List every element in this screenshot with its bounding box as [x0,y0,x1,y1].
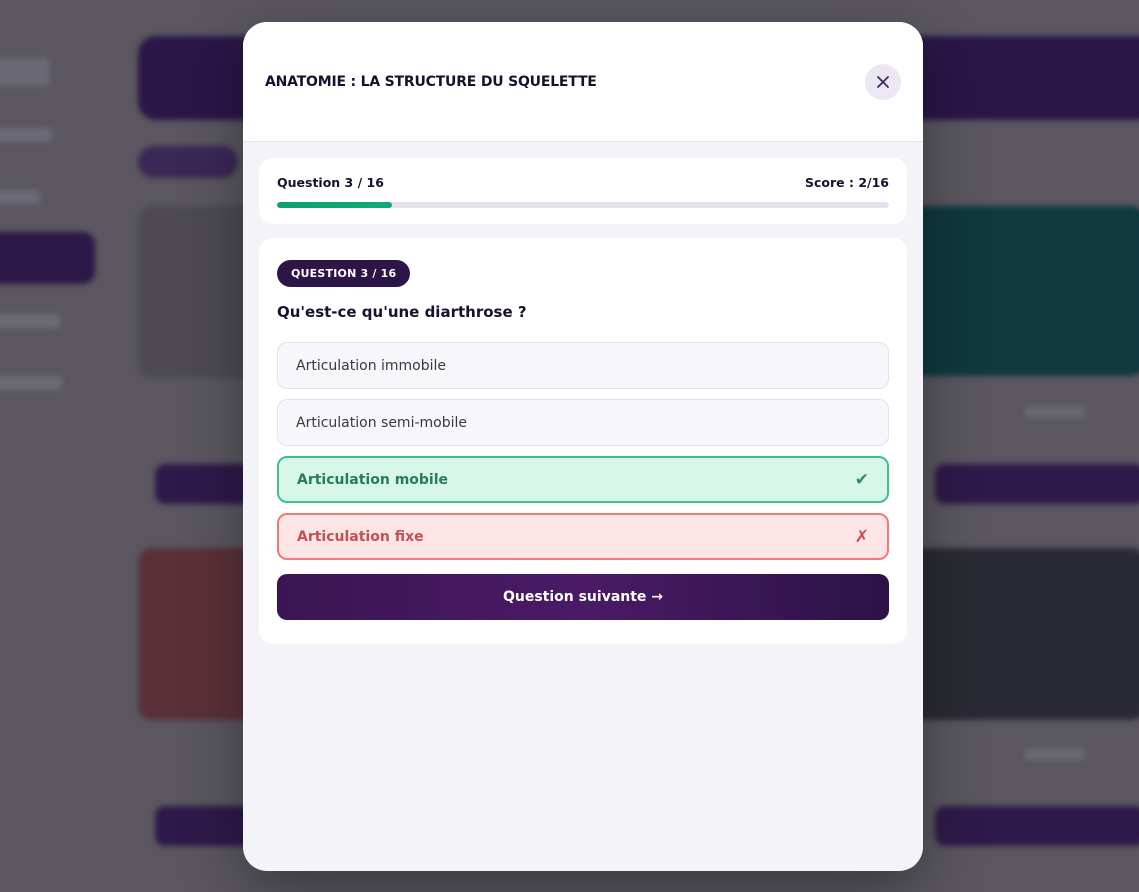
next-question-button[interactable]: Question suivante → [277,574,889,620]
bg-nav-active [0,232,95,284]
bg-nav-item [0,376,62,390]
answer-option-correct[interactable]: Articulation mobile ✔ [277,456,889,503]
bg-nav-item [0,314,60,328]
bg-card-button [935,464,1139,504]
bg-nav-item [0,190,40,204]
progress-bar [277,202,889,208]
close-button[interactable] [865,63,901,100]
bg-logo [0,58,50,86]
answer-option-label: Articulation semi-mobile [296,414,467,431]
progress-card: Question 3 / 16 Score : 2/16 [259,158,907,224]
cross-icon: ✗ [854,526,869,547]
close-icon [877,75,889,88]
progress-label: Question 3 / 16 [277,175,384,190]
answer-option[interactable]: Articulation semi-mobile [277,399,889,446]
answer-option-label: Articulation fixe [297,528,424,545]
modal-title: ANATOMIE : LA STRUCTURE DU SQUELETTE [265,73,597,90]
bg-nav-item [0,128,52,142]
answer-option-label: Articulation mobile [297,471,449,488]
question-text: Qu'est-ce qu'une diarthrose ? [277,303,527,321]
bg-filter-pill [138,146,238,178]
answer-option-wrong[interactable]: Articulation fixe ✗ [277,513,889,560]
bg-card-meta [1025,406,1085,418]
question-card: QUESTION 3 / 16 Qu'est-ce qu'une diarthr… [259,238,907,644]
bg-card-image [905,548,1139,720]
modal-header: ANATOMIE : LA STRUCTURE DU SQUELETTE [243,22,923,142]
bg-card-meta [1025,748,1085,760]
quiz-modal: ANATOMIE : LA STRUCTURE DU SQUELETTE Que… [243,22,923,871]
answer-options: Articulation immobile Articulation semi-… [277,342,889,560]
score-label: Score : 2/16 [804,175,889,190]
question-badge: QUESTION 3 / 16 [277,260,411,287]
bg-card-image [905,206,1139,376]
bg-card-button [935,806,1139,846]
progress-fill [277,202,392,208]
answer-option-label: Articulation immobile [296,357,447,374]
answer-option[interactable]: Articulation immobile [277,342,889,389]
check-icon: ✔ [854,469,869,490]
